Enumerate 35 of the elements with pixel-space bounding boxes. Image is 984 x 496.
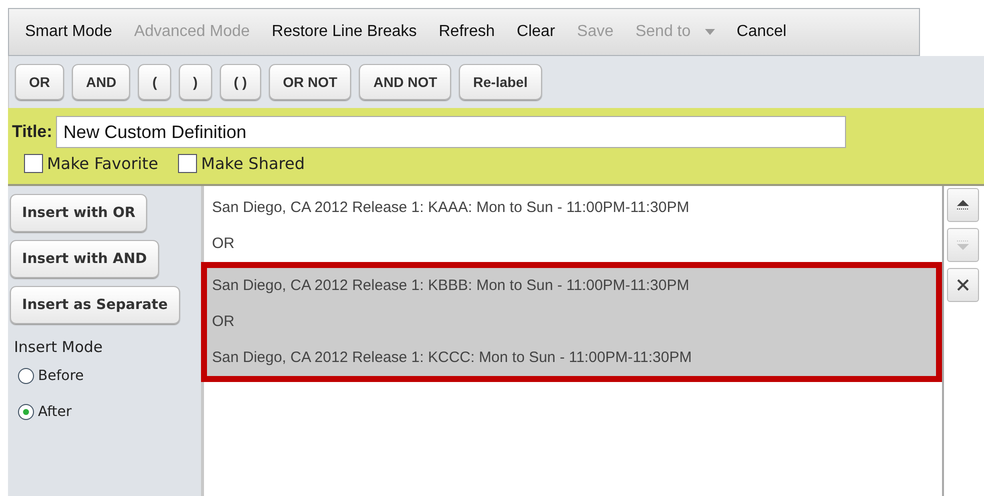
down-arrow-icon <box>956 239 970 251</box>
operator-button[interactable]: ) <box>179 64 212 100</box>
checkbox[interactable] <box>178 154 198 173</box>
remove-button[interactable] <box>947 268 979 302</box>
radio-button[interactable] <box>18 368 34 384</box>
title-label: Title: <box>12 122 52 142</box>
radio-label: After <box>38 404 72 420</box>
checkbox-label: Make Shared <box>201 154 305 173</box>
insert-button[interactable]: Insert with AND <box>10 240 159 278</box>
checkbox-label: Make Favorite <box>47 154 158 173</box>
menu-item[interactable]: Refresh <box>438 23 506 41</box>
title-field[interactable]: New Custom Definition <box>56 116 846 148</box>
radio-button[interactable] <box>18 404 34 420</box>
up-arrow-icon <box>956 199 970 211</box>
menu-item[interactable]: Restore Line Breaks <box>272 23 428 41</box>
radio-label: Before <box>38 368 84 384</box>
operator-button[interactable]: ( ) <box>220 64 261 100</box>
operator-button[interactable]: AND NOT <box>359 64 452 100</box>
close-icon <box>957 279 969 291</box>
operator-button[interactable]: ( <box>138 64 172 100</box>
move-up-button[interactable] <box>947 188 979 222</box>
menu-item[interactable]: Smart Mode <box>25 23 124 41</box>
insert-button[interactable]: Insert with OR <box>10 194 148 232</box>
insert-mode-label: Insert Mode <box>14 338 103 356</box>
operator-button[interactable]: AND <box>72 64 130 100</box>
caret-icon <box>704 29 715 35</box>
operator-button[interactable]: Re-label <box>459 64 542 100</box>
list-row[interactable]: San Diego, CA 2012 Release 1: KAAA: Mon to Sun - 11:00PM-11:30PM <box>212 190 942 226</box>
operator-button[interactable]: OR <box>15 64 64 100</box>
menu-item[interactable]: Clear <box>516 23 566 41</box>
insert-button[interactable]: Insert as Separate <box>10 286 180 324</box>
operator-button[interactable]: OR NOT <box>268 64 352 100</box>
list-row[interactable]: OR <box>212 226 942 262</box>
checkbox[interactable] <box>24 154 43 173</box>
menu-item[interactable]: Cancel <box>736 23 798 41</box>
